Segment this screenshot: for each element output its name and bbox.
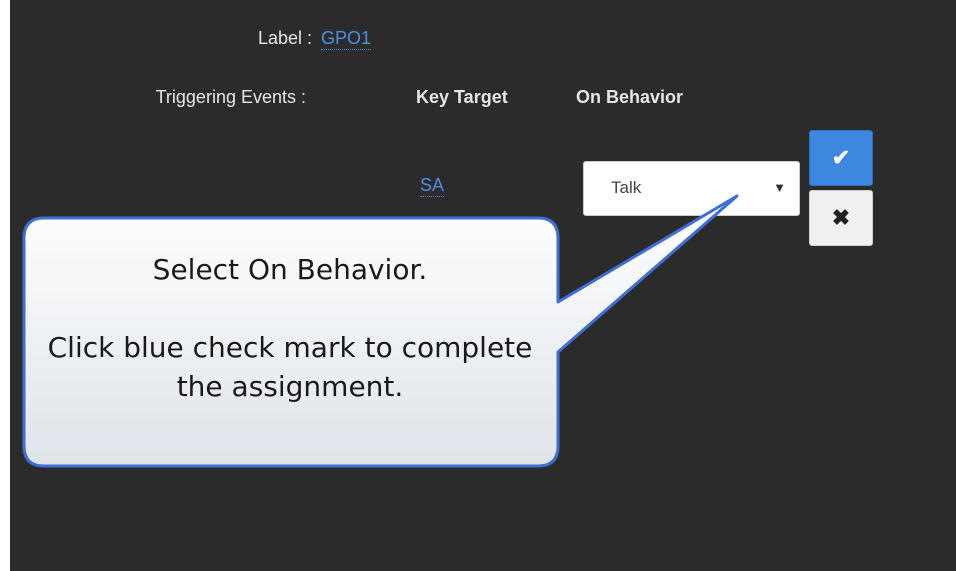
callout-line-1: Select On Behavior. (152, 253, 428, 286)
callout-message: Select On Behavior. Click blue check mar… (40, 250, 540, 406)
callout-line-2: Click blue check mark to complete the as… (47, 331, 533, 403)
